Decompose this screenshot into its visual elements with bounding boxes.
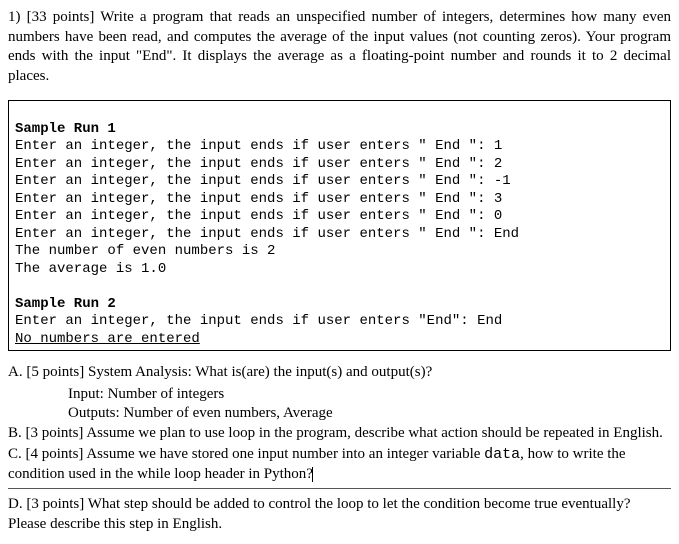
sample1-line: Enter an integer, the input ends if user… (15, 191, 502, 207)
sample1-line: Enter an integer, the input ends if user… (15, 138, 502, 154)
part-c-prompt: C. [4 points] Assume we have stored one … (8, 445, 671, 484)
sample2-line: No numbers are entered (15, 331, 200, 347)
code-variable-data: data (484, 446, 520, 463)
part-a-answer-outputs: Outputs: Number of even numbers, Average (68, 404, 671, 424)
sample-run-1-title: Sample Run 1 (15, 121, 116, 137)
part-b-prompt: B. [3 points] Assume we plan to use loop… (8, 424, 671, 444)
part-a-prompt: A. [5 points] System Analysis: What is(a… (8, 363, 671, 383)
sample2-line: Enter an integer, the input ends if user… (15, 313, 502, 329)
sample-run-2-title: Sample Run 2 (15, 296, 116, 312)
question-header: 1) [33 points] Write a program that read… (8, 8, 671, 86)
sample1-line: The number of even numbers is 2 (15, 243, 275, 259)
divider-line (8, 488, 671, 489)
text-cursor (312, 467, 313, 482)
part-a-answer-input: Input: Number of integers (68, 385, 671, 405)
sample1-line: Enter an integer, the input ends if user… (15, 156, 502, 172)
sample1-line: Enter an integer, the input ends if user… (15, 226, 519, 242)
sample1-line: Enter an integer, the input ends if user… (15, 173, 511, 189)
sample1-line: Enter an integer, the input ends if user… (15, 208, 502, 224)
sample1-line: The average is 1.0 (15, 261, 166, 277)
sample-run-box: Sample Run 1 Enter an integer, the input… (8, 100, 671, 351)
part-c-text-pre: C. [4 points] Assume we have stored one … (8, 446, 484, 462)
part-d-prompt: D. [3 points] What step should be added … (8, 495, 671, 534)
